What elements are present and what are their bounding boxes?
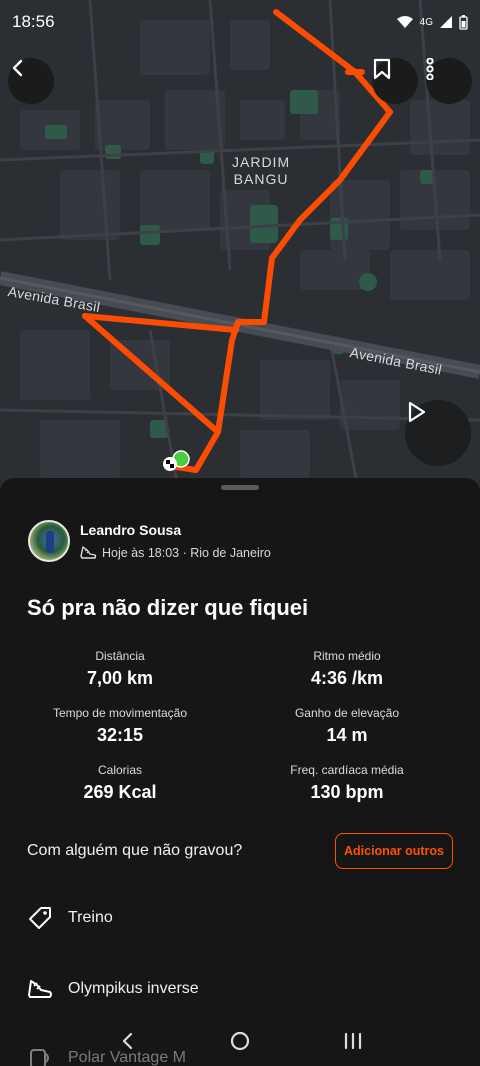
stat-value: 130 bpm [310,782,384,802]
stat-label: Distância [95,649,145,663]
save-route-button[interactable] [372,58,418,104]
stat-label: Tempo de movimentação [52,706,188,720]
bookmark-icon [373,58,391,80]
stat-label: Ritmo médio [313,649,381,663]
battery-icon [459,14,468,30]
back-button[interactable] [8,58,54,104]
stat-elevation-gain: Ganho de elevação 14 m [227,706,467,746]
nav-home-icon [230,1031,250,1051]
tag-icon [29,907,51,929]
nav-back-button[interactable] [107,1021,147,1061]
stat-pace: Ritmo médio 4:36 /km [227,649,467,689]
activity-meta-text: Hoje às 18:03 · Rio de Janeiro [102,545,271,560]
nav-recents-icon [345,1032,362,1050]
with-others-prompt: Com alguém que não gravou? [27,842,243,859]
stat-label: Ganho de elevação [294,706,400,720]
neighborhood-label: JARDIM BANGU [232,154,290,188]
wifi-icon [396,16,413,28]
status-bar: 18:56 4G [0,0,480,44]
workout-type-label: Treino [68,909,113,926]
stat-value: 14 m [326,725,368,745]
athlete-header[interactable]: Leandro Sousa Hoje às 18:03 · Rio de Jan… [28,520,271,562]
stat-label: Calorias [97,763,142,777]
nav-home-button[interactable] [220,1021,260,1061]
signal-icon [440,16,452,28]
workout-type-row[interactable]: Treino [26,904,113,932]
stat-value: 32:15 [96,725,144,745]
more-vertical-icon [426,58,434,80]
stat-moving-time: Tempo de movimentação 32:15 [0,706,240,746]
neighborhood-text: JARDIM BANGU [232,154,291,187]
activity-sheet[interactable]: Leandro Sousa Hoje às 18:03 · Rio de Jan… [0,478,480,1066]
back-arrow-icon [12,59,23,77]
stat-value: 7,00 km [86,668,154,688]
stat-calories: Calorias 269 Kcal [0,763,240,803]
with-others-row: Com alguém que não gravou? Adicionar out… [27,833,453,869]
flyover-play-button[interactable] [405,400,471,466]
network-label: 4G [419,16,433,28]
stat-distance: Distância 7,00 km [0,649,240,689]
nav-recents-button[interactable] [333,1021,373,1061]
status-icons: 4G [396,14,468,30]
shoe-icon [80,546,97,559]
avatar[interactable] [28,520,70,562]
nav-back-icon [122,1032,132,1050]
stat-value: 4:36 /km [310,668,384,688]
stat-label: Freq. cardíaca média [290,763,404,777]
stat-value: 269 Kcal [83,782,157,802]
status-time: 18:56 [12,12,55,31]
route-map[interactable]: JARDIM BANGU Avenida Brasil Avenida Bras… [0,0,480,500]
sheet-drag-handle[interactable] [221,485,259,490]
shoe-icon [28,980,52,998]
play-icon [408,401,426,423]
activity-meta: Hoje às 18:03 · Rio de Janeiro [80,545,271,560]
stat-heart-rate: Freq. cardíaca média 130 bpm [227,763,467,803]
more-options-button[interactable] [426,58,472,104]
athlete-name[interactable]: Leandro Sousa [80,522,271,538]
system-nav-bar [0,1016,480,1066]
gear-shoe-row[interactable]: Olympikus inverse [26,975,199,1003]
add-others-button[interactable]: Adicionar outros [335,833,453,869]
activity-title: Só pra não dizer que fiquei [27,595,309,620]
gear-shoe-label: Olympikus inverse [68,980,199,997]
